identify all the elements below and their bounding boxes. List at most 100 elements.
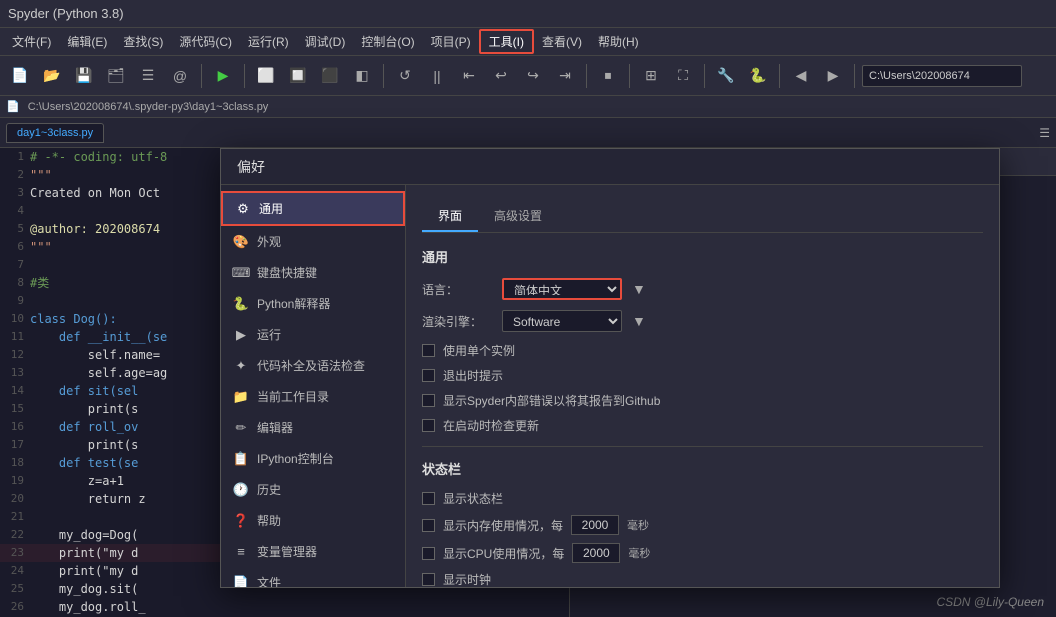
menu-view[interactable]: 查看(V) (534, 31, 590, 52)
sidebar-label-help: 帮助 (257, 512, 281, 529)
menu-console[interactable]: 控制台(O) (353, 31, 422, 52)
completion-icon: ✦ (233, 358, 249, 374)
file-tab-active[interactable]: day1~3class.py (6, 123, 104, 143)
language-label: 语言： (422, 281, 492, 298)
tools-btn[interactable]: 🔧 (712, 62, 740, 90)
sidebar-item-varexplorer[interactable]: ≡变量管理器 (221, 536, 405, 567)
sidebar-item-python[interactable]: 🐍Python解释器 (221, 288, 405, 319)
sidebar-label-run: 运行 (257, 326, 281, 343)
preferences-dialog: 偏好 ⚙通用🎨外观⌨键盘快捷键🐍Python解释器▶运行✦代码补全及语法检查📁当… (220, 148, 1000, 588)
breadcrumb-bar: 📄 C:\Users\202008674\.spyder-py3\day1~3c… (0, 96, 1056, 118)
menu-run[interactable]: 运行(R) (240, 31, 297, 52)
cb-cpu-label: 显示CPU使用情况，每 (443, 545, 564, 562)
stop-btn[interactable]: || (423, 62, 451, 90)
sidebar-item-general[interactable]: ⚙通用 (221, 191, 405, 226)
cb-show-clock-box[interactable] (422, 573, 435, 586)
appearance-icon: 🎨 (233, 234, 249, 250)
debug4-btn[interactable]: ◧ (348, 62, 376, 90)
new-file-btn[interactable]: 📄 (6, 62, 34, 90)
menu-tools[interactable]: 工具(I) (479, 29, 534, 54)
tab-interface[interactable]: 界面 (422, 201, 478, 232)
files-icon: 📄 (233, 575, 249, 588)
cb-single-instance-box[interactable] (422, 344, 435, 357)
debug2-btn[interactable]: 🔲 (284, 62, 312, 90)
watermark: CSDN @Lily-Queen (936, 595, 1044, 609)
menu-edit[interactable]: 编辑(E) (59, 31, 115, 52)
sep2 (244, 64, 245, 88)
forward-btn[interactable]: ▶ (819, 62, 847, 90)
general-icon: ⚙ (235, 201, 251, 217)
debug1-btn[interactable]: ⬜ (252, 62, 280, 90)
varexplorer-icon: ≡ (233, 544, 249, 560)
cb-cpu-box[interactable] (422, 547, 435, 560)
render-expand-icon[interactable]: ▼ (632, 313, 646, 329)
toolbar: 📄 📂 💾 🗂 ☰ @ ▶ ⬜ 🔲 ⬛ ◧ ↺ || ⇤ ↩ ↪ ⇥ ⏹ ⊞ ⛶… (0, 56, 1056, 96)
at-btn[interactable]: @ (166, 62, 194, 90)
menu-help[interactable]: 帮助(H) (590, 31, 647, 52)
menu-search[interactable]: 查找(S) (115, 31, 171, 52)
sidebar-item-help[interactable]: ❓ 帮助 (221, 505, 405, 536)
history-icon: 🕐 (233, 482, 249, 498)
sidebar-item-workdir[interactable]: 📁当前工作目录 (221, 381, 405, 412)
sidebar-label-completion: 代码补全及语法检查 (257, 357, 365, 374)
cb-show-statusbar-box[interactable] (422, 492, 435, 505)
grid-btn[interactable]: ⊞ (637, 62, 665, 90)
cb-show-errors-box[interactable] (422, 394, 435, 407)
code-line: 26 my_dog.roll_ (0, 598, 569, 616)
python-btn[interactable]: 🐍 (744, 62, 772, 90)
sidebar-item-appearance[interactable]: 🎨外观 (221, 226, 405, 257)
sidebar-item-files[interactable]: 📄文件 (221, 567, 405, 587)
path-input[interactable] (862, 65, 1022, 87)
help-icon: ❓ (233, 513, 249, 529)
dialog-sidebar: ⚙通用🎨外观⌨键盘快捷键🐍Python解释器▶运行 ✦ 代码补全及语法检查 📁当前工作… (221, 185, 406, 587)
render-label: 渲染引擎： (422, 313, 492, 330)
sidebar-item-history[interactable]: 🕐历史 (221, 474, 405, 505)
general-section-title: 通用 (422, 247, 983, 266)
language-expand-icon[interactable]: ▼ (632, 281, 646, 297)
undo-btn[interactable]: ↺ (391, 62, 419, 90)
expand-btn[interactable]: ⛶ (669, 62, 697, 90)
sep3 (383, 64, 384, 88)
sidebar-label-python: Python解释器 (257, 295, 330, 312)
title-bar-text: Spyder (Python 3.8) (8, 6, 124, 21)
breadcrumb-path: C:\Users\202008674\.spyder-py3\day1~3cla… (28, 101, 269, 113)
sep5 (629, 64, 630, 88)
cb-check-updates-box[interactable] (422, 419, 435, 432)
menu-project[interactable]: 项目(P) (423, 31, 479, 52)
cb-check-updates-label: 在启动时检查更新 (443, 417, 539, 434)
menu-debug[interactable]: 调试(D) (297, 31, 354, 52)
nav3-btn[interactable]: ↪ (519, 62, 547, 90)
render-select[interactable]: Software (502, 310, 622, 332)
sep1 (201, 64, 202, 88)
back-btn[interactable]: ◀ (787, 62, 815, 90)
sidebar-item-completion[interactable]: ✦ 代码补全及语法检查 (221, 350, 405, 381)
tab-menu-btn[interactable]: ☰ (1039, 126, 1050, 140)
save-all-btn[interactable]: 🗂 (102, 62, 130, 90)
debug3-btn[interactable]: ⬛ (316, 62, 344, 90)
sep4 (586, 64, 587, 88)
stop2-btn[interactable]: ⏹ (594, 62, 622, 90)
cb-memory-box[interactable] (422, 519, 435, 532)
cpu-spinner[interactable] (572, 543, 620, 563)
sidebar-item-editor[interactable]: ✏编辑器 (221, 412, 405, 443)
memory-spinner[interactable] (571, 515, 619, 535)
nav4-btn[interactable]: ⇥ (551, 62, 579, 90)
dialog-body: ⚙通用🎨外观⌨键盘快捷键🐍Python解释器▶运行✦代码补全及语法检查📁当前工作… (221, 185, 999, 587)
sidebar-label-shortcuts: 键盘快捷键 (257, 264, 317, 281)
sidebar-item-shortcuts[interactable]: ⌨键盘快捷键 (221, 257, 405, 288)
tab-advanced[interactable]: 高级设置 (478, 201, 558, 232)
save-btn[interactable]: 💾 (70, 62, 98, 90)
sidebar-item-run[interactable]: ▶运行 (221, 319, 405, 350)
cb-quit-prompt-box[interactable] (422, 369, 435, 382)
run-btn[interactable]: ▶ (209, 62, 237, 90)
open-btn[interactable]: 📂 (38, 62, 66, 90)
nav2-btn[interactable]: ↩ (487, 62, 515, 90)
cb-show-clock-label: 显示时钟 (443, 571, 491, 587)
menu-file[interactable]: 文件(F) (4, 31, 59, 52)
menu-source[interactable]: 源代码(C) (171, 31, 240, 52)
sidebar-item-ipython[interactable]: 📋IPython控制台 (221, 443, 405, 474)
language-select[interactable]: 简体中文 (502, 278, 622, 300)
list-btn[interactable]: ☰ (134, 62, 162, 90)
sidebar-label-editor: 编辑器 (257, 419, 293, 436)
nav1-btn[interactable]: ⇤ (455, 62, 483, 90)
